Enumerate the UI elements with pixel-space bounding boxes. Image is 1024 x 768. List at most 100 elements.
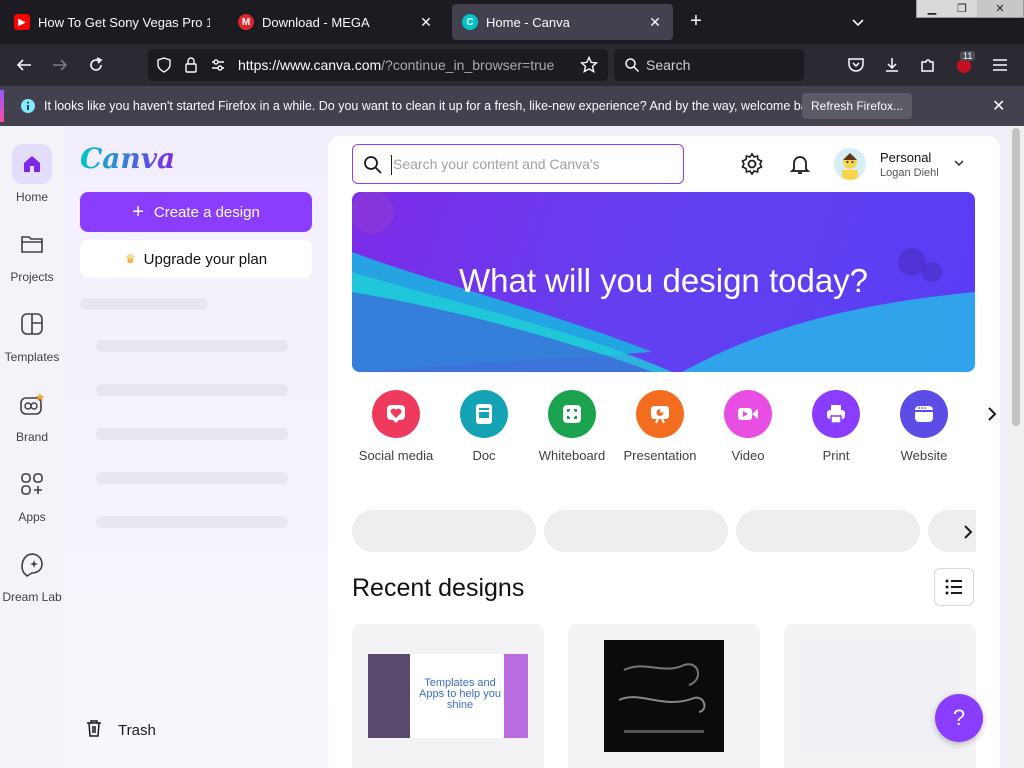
rail-item-projects[interactable]: Projects [0,224,64,284]
tab-title: Download - MEGA [262,14,370,30]
search-icon [363,155,383,180]
search-input[interactable]: Search your content and Canva's [352,144,684,184]
canva-logo[interactable]: Canva [80,142,175,175]
downloads-icon[interactable] [880,53,904,77]
browser-tab-canva[interactable]: C Home - Canva ✕ [452,4,673,40]
brand-icon [12,384,52,424]
scrollbar-thumb[interactable] [1012,128,1020,426]
category-print[interactable]: Print [792,390,880,463]
url-bar[interactable]: https://www.canva.com/?continue_in_brows… [148,49,608,81]
nav-rail: Home Projects Templates Brand Apps Dream… [0,126,64,768]
trash-label: Trash [118,721,156,739]
filter-pill-placeholder [736,510,920,552]
account-menu[interactable]: Personal Logan Diehl [834,146,970,182]
close-tab-icon[interactable]: ✕ [418,14,434,31]
rail-item-brand[interactable]: Brand [0,384,64,444]
rail-label: Dream Lab [2,590,62,604]
thumbnail-text: Templates and Apps to help you shine [419,677,501,711]
close-tab-icon[interactable]: ✕ [647,14,663,31]
category-label: Website [900,448,948,463]
design-thumbnail-loading [800,640,960,752]
search-placeholder: Search [646,57,691,73]
hamburger-menu-icon[interactable] [988,53,1012,77]
upgrade-plan-button[interactable]: ♛ Upgrade your plan [80,240,312,278]
rail-label: Home [15,190,48,204]
list-view-button[interactable] [934,568,974,606]
rail-item-dream-lab[interactable]: Dream Lab [0,544,64,604]
refresh-firefox-notification: It looks like you haven't started Firefo… [0,86,1024,126]
minimize-icon[interactable]: ▁ [917,0,947,17]
page-scrollbar[interactable] [1008,126,1024,768]
forward-icon[interactable] [48,53,72,77]
list-view-icon [945,579,962,595]
heart-icon [372,390,420,438]
trash-icon [84,718,104,742]
design-thumbnail: Templates and Apps to help you shine [368,654,528,738]
refresh-firefox-button[interactable]: Refresh Firefox... [802,93,912,119]
chevron-right-icon[interactable] [960,522,976,547]
new-tab-icon[interactable]: + [684,10,708,34]
rail-item-home[interactable]: Home [0,144,64,204]
text-cursor [391,155,392,175]
design-category-shortcuts: Social media Doc Whiteboard Presentation [352,390,1002,470]
lock-icon[interactable] [184,57,198,78]
apps-icon [12,464,52,504]
avatar [834,148,866,180]
window-controls: ▁ ❐ ✕ [916,0,1024,18]
settings-gear-icon[interactable] [740,152,764,181]
category-label: Whiteboard [538,448,606,463]
rail-label: Templates [4,350,60,364]
rail-item-apps[interactable]: Apps [0,464,64,524]
category-label: Presentation [623,448,697,463]
browser-tab-bar: ▶ How To Get Sony Vegas Pro 14 M Downloa… [0,0,1024,44]
category-whiteboard[interactable]: Whiteboard [528,390,616,463]
window-close-icon[interactable]: ✕ [977,0,1023,17]
rail-item-templates[interactable]: Templates [0,304,64,364]
trash-button[interactable]: Trash [84,718,156,742]
category-video[interactable]: Video [704,390,792,463]
extensions-icon[interactable] [916,53,940,77]
category-label: Print [822,448,850,463]
plus-icon: + [132,201,144,223]
rail-label: Apps [18,510,46,524]
list-all-tabs-icon[interactable] [848,12,868,32]
category-social-media[interactable]: Social media [352,390,440,463]
permissions-icon[interactable] [210,57,226,78]
browser-tab-mega[interactable]: M Download - MEGA ✕ [228,4,444,40]
recent-design-card[interactable]: Templates and Apps to help you shine [352,624,544,768]
browser-tab-youtube[interactable]: ▶ How To Get Sony Vegas Pro 14 [4,4,220,40]
navigation-toolbar: https://www.canva.com/?continue_in_brows… [0,44,1024,86]
back-icon[interactable] [12,53,36,77]
checklist-panel [504,654,528,738]
close-notification-icon[interactable]: ✕ [992,96,1005,116]
pocket-icon[interactable] [844,53,868,77]
url-path: /?continue_in_browser=true [381,57,555,73]
recent-design-card[interactable] [568,624,760,768]
youtube-icon: ▶ [14,14,30,30]
addon-badge-icon[interactable]: 11 [952,51,976,77]
url-text: https://www.canva.com/?continue_in_brows… [238,57,554,73]
maximize-icon[interactable]: ❐ [947,0,977,17]
tracking-protection-icon[interactable] [156,57,172,78]
thumbnail-art [618,663,706,733]
notifications-bell-icon[interactable] [788,152,812,181]
category-presentation[interactable]: Presentation [616,390,704,463]
tab-title: Home - Canva [486,14,570,30]
loading-placeholder [96,472,288,484]
reload-icon[interactable] [84,53,108,77]
help-button[interactable]: ? [935,694,983,742]
folder-icon [12,224,52,264]
browser-search-bar[interactable]: Search [614,49,804,81]
create-design-button[interactable]: + Create a design [80,192,312,232]
category-website[interactable]: Website [880,390,968,463]
person-photo [368,654,410,738]
canva-page: Home Projects Templates Brand Apps Dream… [0,126,1024,768]
bookmark-star-icon[interactable] [579,55,599,79]
templates-icon [12,304,52,344]
chevron-right-icon[interactable] [984,404,1000,429]
category-label: Social media [358,448,434,463]
loading-placeholder [80,298,208,310]
account-name: Logan Diehl [880,167,939,179]
printer-icon [812,390,860,438]
category-doc[interactable]: Doc [440,390,528,463]
